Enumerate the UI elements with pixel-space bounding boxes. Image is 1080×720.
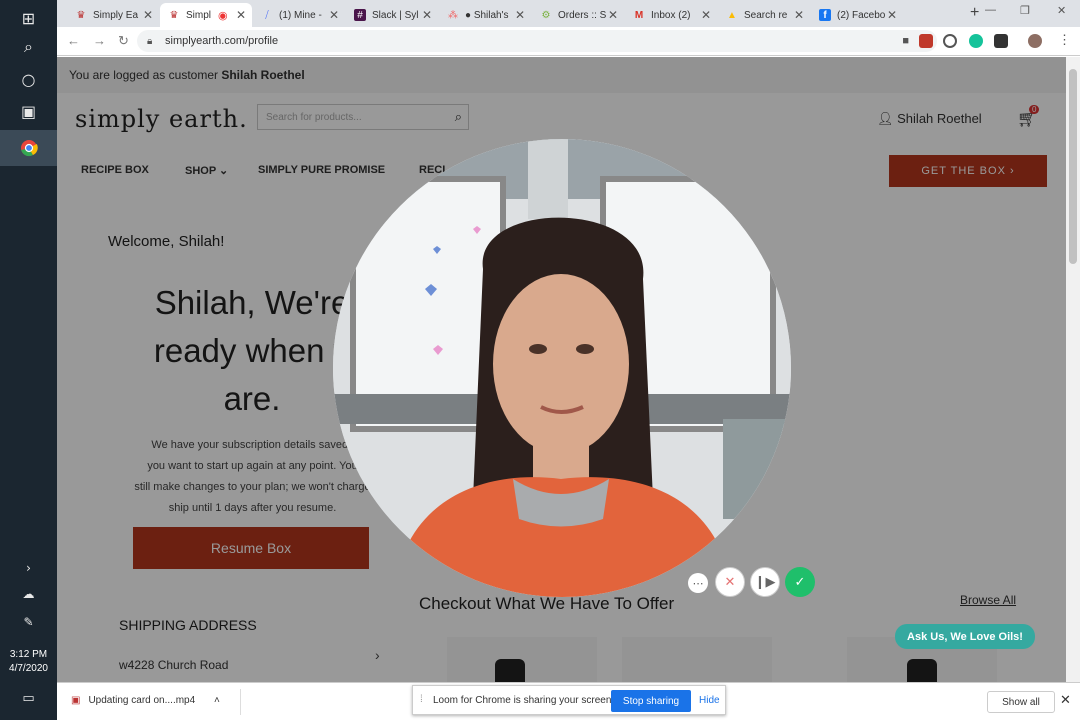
extension-icon[interactable] <box>994 34 1008 48</box>
page-scrollbar[interactable] <box>1066 57 1080 682</box>
pen-icon[interactable]: ✎ <box>0 604 57 640</box>
tab-label: Simply Ea <box>93 9 139 21</box>
windows-taskbar: ⊞ ⌕ ○ ▣ › ☁ ✎ 3:12 PM 4/7/2020 ▭ <box>0 0 57 720</box>
tab-drive[interactable]: ▲ Search re ✕ <box>718 3 810 27</box>
close-icon[interactable]: ✕ <box>143 8 153 22</box>
tab-label: Orders :: S <box>558 9 607 21</box>
scrollbar-thumb[interactable] <box>1069 69 1077 264</box>
tab-strip: ♛ Simply Ea ✕ ♛ Simpl ◉ ✕ ⧸ (1) Mine - ✕ # Slack… <box>57 0 1080 27</box>
chrome-icon[interactable] <box>0 130 57 166</box>
url-text: simplyearth.com/profile <box>165 35 279 47</box>
reload-button[interactable]: ↻ <box>118 33 129 49</box>
extension-icon[interactable] <box>943 34 957 48</box>
tab-facebook[interactable]: f (2) Facebo ✕ <box>811 3 903 27</box>
tab-clickup[interactable]: ⧸ (1) Mine - ✕ <box>253 3 345 27</box>
forward-button[interactable]: → <box>93 33 106 48</box>
more-options-button[interactable]: ⋯ <box>688 573 708 593</box>
clock-time: 3:12 PM <box>9 649 48 660</box>
facebook-icon: f <box>819 9 831 21</box>
close-icon[interactable]: ✕ <box>236 8 246 22</box>
download-filename: Updating card on....mp4 <box>88 695 196 706</box>
gmail-icon: M <box>634 9 644 21</box>
tab-label: (1) Mine - <box>279 9 322 21</box>
clock[interactable]: 3:12 PM 4/7/2020 <box>0 648 57 676</box>
tab-simply-earth-1[interactable]: ♛ Simply Ea ✕ <box>67 3 159 27</box>
pause-recording-button[interactable]: ❙▶ <box>750 567 780 597</box>
clickup-icon: ⧸ <box>265 9 269 21</box>
tab-asana[interactable]: ⁂ ● Shilah's ✕ <box>439 3 531 27</box>
minimize-button[interactable]: — <box>985 4 996 16</box>
divider <box>240 689 241 715</box>
tab-label: Search re <box>744 9 788 21</box>
tab-label: Simpl <box>186 9 212 21</box>
slack-icon: # <box>354 9 366 21</box>
browser-toolbar: ← → ↻ 🔒︎ simplyearth.com/profile ■ ☆ ⋮ <box>57 27 1080 56</box>
menu-icon[interactable]: ⋮ <box>1058 32 1071 48</box>
close-icon[interactable]: ✕ <box>608 8 618 22</box>
cortana-icon[interactable]: ○ <box>0 61 57 97</box>
cancel-recording-button[interactable]: ✕ <box>715 567 745 597</box>
gear-icon: ⚙ <box>541 9 551 21</box>
close-icon[interactable]: ✕ <box>422 8 432 22</box>
close-icon[interactable]: ✕ <box>515 8 525 22</box>
close-icon[interactable]: ✕ <box>701 8 711 22</box>
simply-earth-favicon: ♛ <box>169 9 179 21</box>
extension-icon[interactable] <box>919 34 933 48</box>
close-icon[interactable]: ✕ <box>794 8 804 22</box>
download-bar: ▣ Updating card on....mp4 ˄ ⁞ Loom for Ch… <box>57 682 1080 720</box>
tab-label: Slack | Syl <box>372 9 419 21</box>
back-button[interactable]: ← <box>67 33 80 48</box>
drive-icon: ▲ <box>727 9 737 21</box>
task-view-icon[interactable]: ▣ <box>0 93 57 129</box>
tab-label: (2) Facebo <box>837 9 886 21</box>
close-icon[interactable]: ✕ <box>329 8 339 22</box>
tab-simply-earth-active[interactable]: ♛ Simpl ◉ ✕ <box>160 3 252 27</box>
show-all-button[interactable]: Show all <box>987 691 1055 713</box>
window-close-button[interactable]: ✕ <box>1057 4 1066 17</box>
finish-recording-button[interactable]: ✓ <box>785 567 815 597</box>
asana-icon: ⁂ <box>448 9 458 21</box>
grammarly-icon[interactable] <box>969 34 983 48</box>
stop-sharing-button[interactable]: Stop sharing <box>611 690 691 712</box>
hide-button[interactable]: Hide <box>699 695 720 706</box>
new-tab-button[interactable]: + <box>970 4 979 22</box>
close-icon[interactable]: ✕ <box>887 8 897 22</box>
profile-avatar[interactable] <box>1028 34 1042 48</box>
address-bar[interactable]: 🔒︎ simplyearth.com/profile ■ ☆ <box>137 30 937 52</box>
tab-slack[interactable]: # Slack | Syl ✕ <box>346 3 438 27</box>
share-message: Loom for Chrome is sharing your screen. <box>433 695 615 706</box>
tab-label: Inbox (2) <box>651 9 691 21</box>
chevron-up-icon[interactable]: ˄ <box>214 695 220 706</box>
close-icon[interactable]: ✕ <box>1060 692 1071 708</box>
tab-label: ● Shilah's <box>465 9 509 21</box>
tab-orders[interactable]: ⚙ Orders :: S ✕ <box>532 3 624 27</box>
download-item[interactable]: ▣ Updating card on....mp4 ˄ <box>71 695 220 706</box>
tab-gmail[interactable]: M Inbox (2) ✕ <box>625 3 717 27</box>
maximize-button[interactable]: ❐ <box>1020 4 1030 17</box>
screen-share-notice: ⁞ Loom for Chrome is sharing your screen… <box>412 685 726 715</box>
lock-icon: 🔒︎ <box>147 35 153 47</box>
drag-handle-icon[interactable]: ⁞ <box>420 694 423 705</box>
camera-icon[interactable]: ■ <box>902 35 909 47</box>
loom-webcam-bubble[interactable] <box>333 139 791 597</box>
simply-earth-favicon: ♛ <box>76 9 86 21</box>
chat-widget-button[interactable]: Ask Us, We Love Oils! <box>895 624 1035 649</box>
search-icon[interactable]: ⌕ <box>0 29 57 65</box>
video-file-icon: ▣ <box>71 695 81 706</box>
recording-icon: ◉ <box>218 9 228 22</box>
webcam-feed-image <box>333 139 791 597</box>
notification-icon[interactable]: ▭ <box>0 680 57 716</box>
clock-date: 4/7/2020 <box>9 663 48 674</box>
